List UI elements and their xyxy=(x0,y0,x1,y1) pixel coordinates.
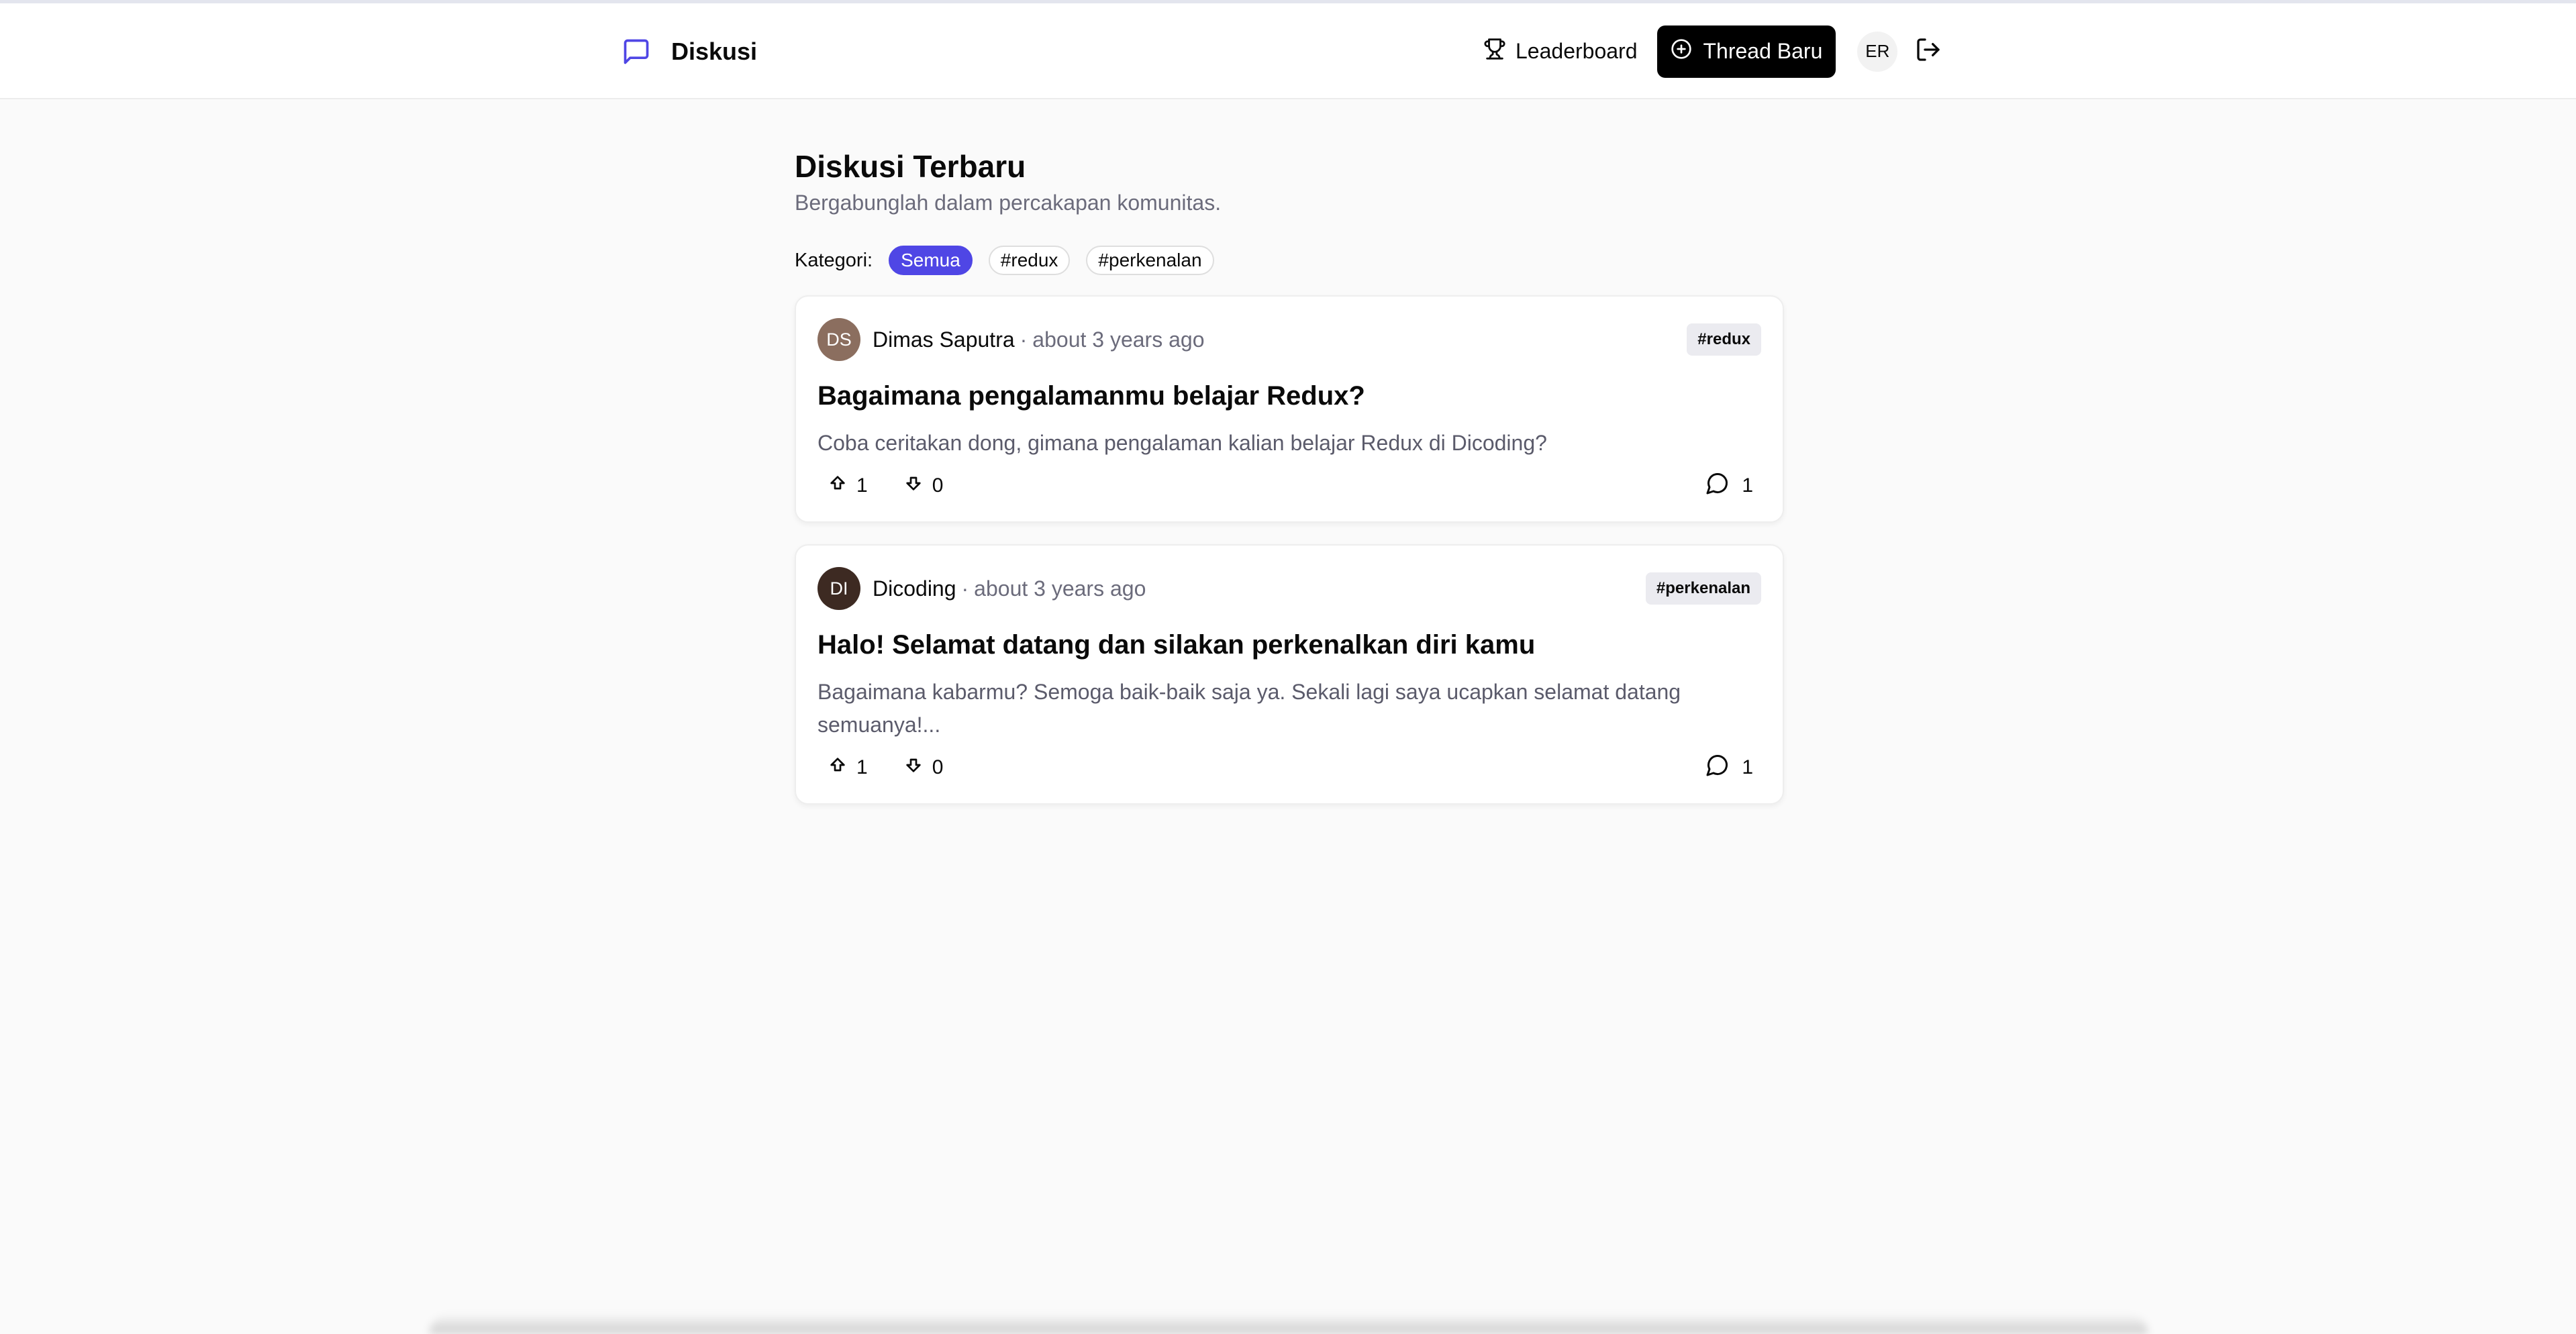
arrow-down-icon xyxy=(903,472,932,499)
thread-excerpt: Bagaimana kabarmu? Semoga baik-baik saja… xyxy=(818,680,1681,737)
post-time: about 3 years ago xyxy=(1032,327,1205,352)
upvote-count: 1 xyxy=(856,756,868,778)
category-chip-redux[interactable]: #redux xyxy=(988,246,1071,275)
author-name[interactable]: Dimas Saputra xyxy=(873,327,1015,352)
leaderboard-label: Leaderboard xyxy=(1516,39,1638,63)
category-badge[interactable]: #redux xyxy=(1687,323,1761,356)
thread-card: DI Dicoding · about 3 years ago #perkena… xyxy=(795,544,1784,805)
new-thread-button[interactable]: Thread Baru xyxy=(1657,25,1836,78)
upvote-count: 1 xyxy=(856,474,868,497)
upvote-button[interactable]: 1 xyxy=(827,754,868,781)
thread-title[interactable]: Bagaimana pengalamanmu belajar Redux? xyxy=(818,377,1761,415)
new-thread-label: Thread Baru xyxy=(1703,39,1823,63)
author-avatar: DI xyxy=(818,567,860,610)
trophy-icon xyxy=(1483,38,1516,66)
downvote-button[interactable]: 0 xyxy=(903,754,944,781)
logout-button[interactable] xyxy=(1915,38,1943,66)
category-filter: Kategori: Semua #redux #perkenalan xyxy=(795,246,1784,275)
page-title: Diskusi Terbaru xyxy=(795,149,1026,184)
comment-count: 1 xyxy=(1742,756,1753,778)
comments-button[interactable]: 1 xyxy=(1705,753,1753,782)
category-label: Kategori: xyxy=(795,249,873,271)
thread-actions: 1 0 1 xyxy=(818,469,1761,503)
arrow-up-icon xyxy=(827,472,856,499)
plus-circle-icon xyxy=(1671,38,1703,65)
upvote-button[interactable]: 1 xyxy=(827,472,868,499)
comment-icon xyxy=(1705,753,1742,782)
arrow-down-icon xyxy=(903,754,932,781)
meta-separator: · xyxy=(1020,327,1028,352)
chat-bubble-icon xyxy=(622,37,651,66)
nav-actions: Leaderboard Thread Baru ER xyxy=(1483,3,1943,99)
author-name[interactable]: Dicoding xyxy=(873,576,956,601)
thread-list: DS Dimas Saputra · about 3 years ago #re… xyxy=(795,295,1784,805)
comment-count: 1 xyxy=(1742,474,1753,497)
arrow-up-icon xyxy=(827,754,856,781)
leaderboard-link[interactable]: Leaderboard xyxy=(1483,38,1637,66)
post-time: about 3 years ago xyxy=(974,576,1146,601)
downvote-count: 0 xyxy=(932,474,944,497)
downvote-button[interactable]: 0 xyxy=(903,472,944,499)
thread-title[interactable]: Halo! Selamat datang dan silakan perkena… xyxy=(818,626,1761,664)
thread-meta: DI Dicoding · about 3 years ago xyxy=(818,567,1761,610)
downvote-count: 0 xyxy=(932,756,944,778)
app-name: Diskusi xyxy=(671,37,758,65)
category-chip-perkenalan[interactable]: #perkenalan xyxy=(1086,246,1214,275)
window-bottom-shadow xyxy=(430,1314,2148,1334)
category-chip-semua[interactable]: Semua xyxy=(889,246,973,275)
page-subtitle: Bergabunglah dalam percakapan komunitas. xyxy=(795,191,1222,215)
thread-excerpt: Coba ceritakan dong, gimana pengalaman k… xyxy=(818,431,1547,455)
meta-separator: · xyxy=(961,576,969,601)
user-avatar[interactable]: ER xyxy=(1857,31,1898,72)
thread-actions: 1 0 1 xyxy=(818,751,1761,784)
author-avatar: DS xyxy=(818,318,860,361)
category-badge[interactable]: #perkenalan xyxy=(1645,572,1761,605)
comments-button[interactable]: 1 xyxy=(1705,471,1753,501)
main-content: Diskusi Terbaru Bergabunglah dalam perca… xyxy=(795,148,1784,805)
navbar: Diskusi Leaderboard Thread Baru ER xyxy=(0,3,2576,99)
brand[interactable]: Diskusi xyxy=(622,3,757,99)
thread-meta: DS Dimas Saputra · about 3 years ago xyxy=(818,318,1761,361)
logout-icon xyxy=(1915,36,1942,66)
comment-icon xyxy=(1705,471,1742,501)
thread-card: DS Dimas Saputra · about 3 years ago #re… xyxy=(795,295,1784,523)
